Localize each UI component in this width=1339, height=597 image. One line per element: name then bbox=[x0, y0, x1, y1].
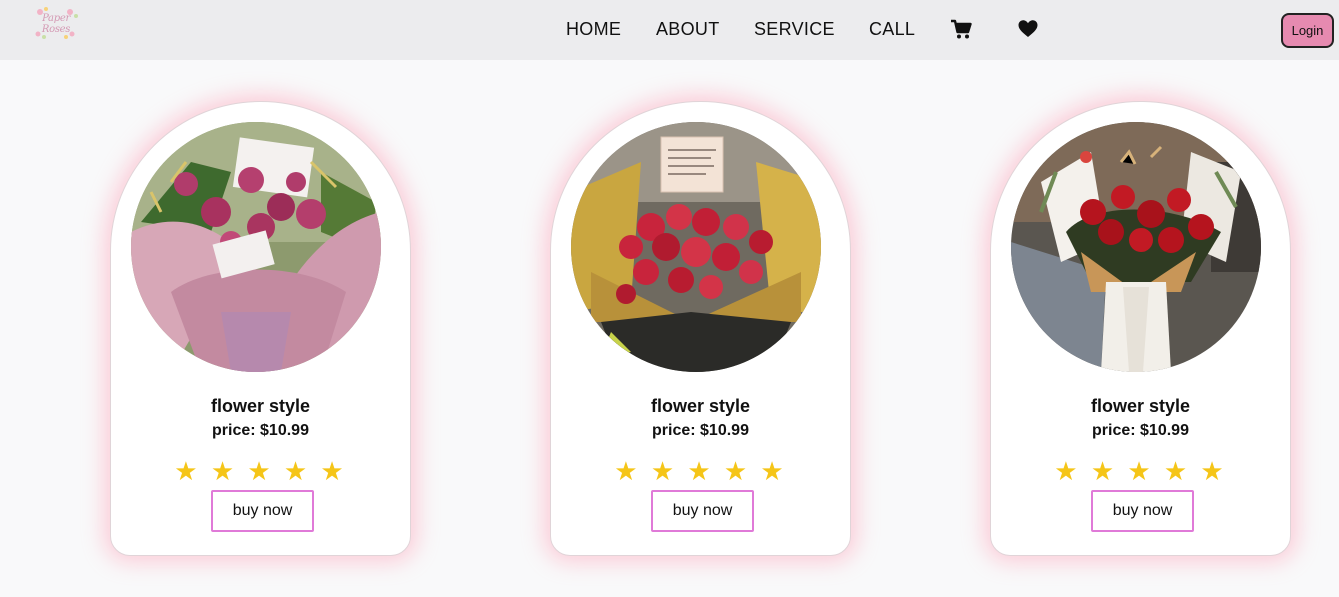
star-rating: ★ ★ ★ ★ ★ bbox=[614, 456, 787, 486]
product-card: flower style price: $10.99 ★ ★ ★ ★ ★ buy… bbox=[550, 101, 851, 556]
buy-now-button[interactable]: buy now bbox=[651, 490, 754, 532]
buy-now-button[interactable]: buy now bbox=[1091, 490, 1194, 532]
cart-icon[interactable] bbox=[950, 18, 972, 40]
product-image-red-roses-white bbox=[1011, 122, 1261, 372]
product-image-pink-roses bbox=[131, 122, 381, 372]
login-button[interactable]: Login bbox=[1281, 13, 1334, 48]
product-image-red-roses-gold bbox=[571, 122, 821, 372]
nav-about-link[interactable]: ABOUT bbox=[656, 19, 720, 40]
product-title: flower style bbox=[210, 396, 311, 416]
product-price: price: $10.99 bbox=[212, 422, 309, 439]
product-title: flower style bbox=[1090, 396, 1191, 416]
nav-home-link[interactable]: HOME bbox=[566, 19, 621, 40]
star-rating: ★ ★ ★ ★ ★ bbox=[174, 456, 347, 486]
product-price: price: $10.99 bbox=[1092, 422, 1189, 439]
top-navbar: Paper Roses HOME ABOUT SERVICE CALL Logi… bbox=[0, 0, 1339, 60]
product-price: price: $10.99 bbox=[652, 422, 749, 439]
nav-call-link[interactable]: CALL bbox=[869, 19, 915, 40]
product-card: flower style price: $10.99 ★ ★ ★ ★ ★ buy… bbox=[990, 101, 1291, 556]
nav-service-link[interactable]: SERVICE bbox=[754, 19, 835, 40]
product-title: flower style bbox=[650, 396, 751, 416]
buy-now-button[interactable]: buy now bbox=[211, 490, 314, 532]
product-card: flower style price: $10.99 ★ ★ ★ ★ ★ buy… bbox=[110, 101, 411, 556]
logo[interactable]: Paper Roses bbox=[30, 4, 82, 40]
star-rating: ★ ★ ★ ★ ★ bbox=[1054, 456, 1227, 486]
heart-icon[interactable] bbox=[1017, 18, 1039, 40]
logo-text: Paper Roses bbox=[41, 13, 71, 35]
